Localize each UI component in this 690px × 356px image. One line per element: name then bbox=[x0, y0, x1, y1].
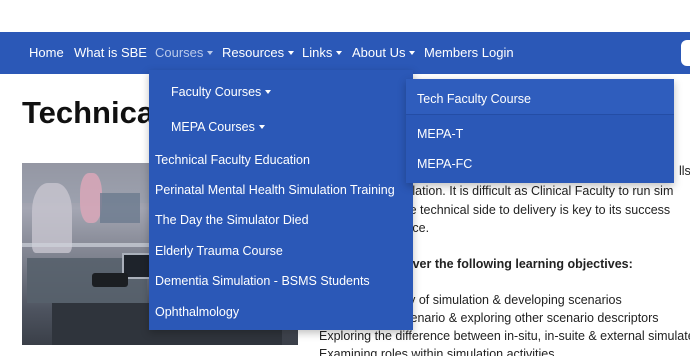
nav-what-is-sbe[interactable]: What is SBE bbox=[74, 32, 147, 74]
nav-links-label: Links bbox=[302, 45, 333, 60]
menu-item-label: Faculty Courses bbox=[171, 85, 262, 99]
nav-courses[interactable]: Courses bbox=[155, 32, 214, 74]
menu-item-dementia-simulation[interactable]: Dementia Simulation - BSMS Students bbox=[155, 274, 370, 288]
menu-item-technical-faculty-education[interactable]: Technical Faculty Education bbox=[155, 153, 310, 167]
chevron-down-icon bbox=[258, 124, 265, 129]
submenu-item-mepa-t[interactable]: MEPA-T bbox=[417, 127, 463, 141]
menu-item-perinatal-mental-health[interactable]: Perinatal Mental Health Simulation Train… bbox=[155, 183, 395, 197]
body-line: ery of simulation & developing scenarios bbox=[398, 293, 622, 307]
submenu-item-tech-faculty-course[interactable]: Tech Faculty Course bbox=[417, 92, 531, 106]
nav-resources-label: Resources bbox=[222, 45, 285, 60]
learning-objectives-heading: cover the following learning objectives: bbox=[398, 257, 633, 271]
chevron-down-icon bbox=[409, 50, 416, 55]
faculty-courses-submenu: Tech Faculty Course MEPA-T MEPA-FC bbox=[406, 79, 674, 183]
courses-dropdown: Faculty Courses MEPA Courses Technical F… bbox=[149, 70, 413, 330]
nav-about-us-label: About Us bbox=[352, 45, 406, 60]
menu-item-elderly-trauma[interactable]: Elderly Trauma Course bbox=[155, 244, 283, 258]
body-line: in the technical side to delivery is key… bbox=[386, 203, 671, 217]
page: Home What is SBE Courses Resources Links… bbox=[0, 0, 690, 356]
menu-item-label: MEPA Courses bbox=[171, 120, 255, 134]
nav-home[interactable]: Home bbox=[29, 32, 64, 74]
chevron-down-icon bbox=[288, 50, 295, 55]
submenu-item-mepa-fc[interactable]: MEPA-FC bbox=[417, 157, 472, 171]
body-line: Examining roles within simulation activi… bbox=[319, 347, 555, 356]
menu-item-mepa-courses[interactable]: MEPA Courses bbox=[171, 120, 265, 134]
menu-item-day-simulator-died[interactable]: The Day the Simulator Died bbox=[155, 213, 309, 227]
body-line: scenario & exploring other scenario desc… bbox=[398, 311, 659, 325]
chevron-down-icon bbox=[265, 89, 272, 94]
nav-about-us[interactable]: About Us bbox=[352, 32, 416, 74]
menu-item-ophthalmology[interactable]: Ophthalmology bbox=[155, 305, 239, 319]
body-line: simulation. It is difficult as Clinical … bbox=[386, 184, 674, 198]
chevron-down-icon bbox=[207, 50, 214, 55]
menu-item-faculty-courses[interactable]: Faculty Courses bbox=[171, 85, 272, 99]
chevron-down-icon bbox=[336, 50, 343, 55]
nav-links[interactable]: Links bbox=[302, 32, 343, 74]
nav-resources[interactable]: Resources bbox=[222, 32, 295, 74]
nav-members-login[interactable]: Members Login bbox=[424, 32, 514, 74]
body-line: Exploring the difference between in-situ… bbox=[319, 329, 690, 343]
nav-courses-label: Courses bbox=[155, 45, 204, 60]
body-line: lls bbox=[679, 164, 690, 178]
search-input[interactable] bbox=[681, 40, 690, 66]
main-navbar: Home What is SBE Courses Resources Links… bbox=[0, 32, 690, 74]
